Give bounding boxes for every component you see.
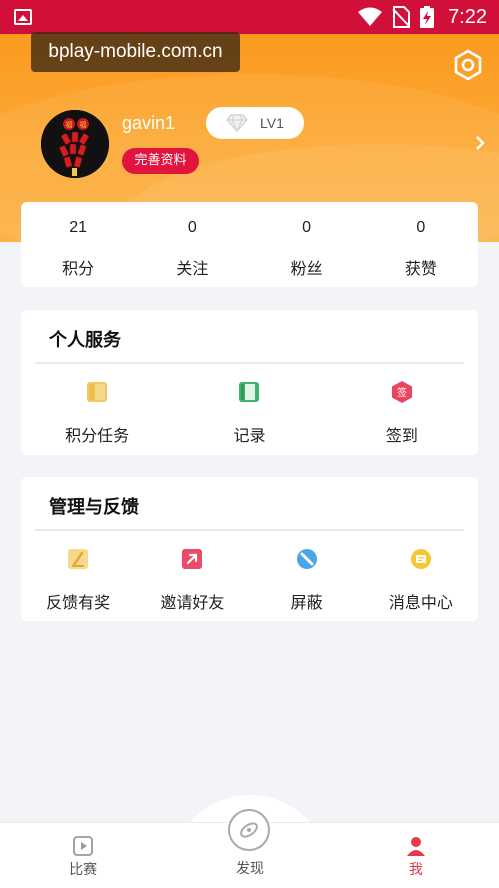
checkin-icon: 签 — [391, 381, 412, 403]
stat-value: 21 — [69, 219, 88, 236]
no-sim-icon — [392, 6, 411, 28]
item-label: 签到 — [385, 426, 418, 445]
nav-match[interactable]: 比赛 — [0, 823, 166, 888]
nav-label: 我 — [408, 862, 423, 878]
avatar[interactable]: 福 福 — [41, 110, 109, 178]
gallery-notification-icon — [14, 9, 32, 25]
section-title: 管理与反馈 — [49, 497, 139, 518]
stat-fans[interactable]: 0 粉丝 — [250, 202, 364, 287]
nav-discover-label[interactable]: 发现 — [200, 858, 300, 878]
nav-me[interactable]: 我 — [333, 823, 499, 888]
stat-likes[interactable]: 0 获赞 — [364, 202, 478, 287]
points-task-item[interactable]: 积分任务 — [21, 372, 173, 452]
match-icon — [73, 836, 94, 856]
invite-friends-item[interactable]: 邀请好友 — [135, 539, 249, 619]
settings-icon[interactable] — [452, 49, 484, 81]
level-label: LV1 — [260, 115, 284, 131]
message-icon — [410, 549, 431, 569]
me-icon — [406, 837, 425, 856]
svg-text:福: 福 — [66, 120, 73, 129]
watermark: bplay-mobile.com.cn — [31, 32, 240, 72]
item-label: 记录 — [233, 426, 266, 445]
section-title: 个人服务 — [49, 330, 121, 351]
points-task-icon — [87, 382, 108, 402]
item-label: 反馈有奖 — [46, 593, 111, 612]
clock: 7:22 — [448, 5, 487, 28]
invite-icon — [182, 549, 203, 569]
feedback-reward-item[interactable]: 反馈有奖 — [21, 539, 135, 619]
status-icons: 7:22 — [358, 5, 487, 29]
complete-profile-button[interactable]: 完善资料 — [122, 148, 199, 174]
message-center-item[interactable]: 消息中心 — [364, 539, 478, 619]
wifi-icon — [358, 7, 383, 26]
firecracker-avatar-image: 福 福 — [41, 110, 109, 178]
stat-value: 0 — [416, 219, 426, 236]
item-label: 邀请好友 — [160, 593, 225, 612]
checkin-item[interactable]: 签 签到 — [326, 372, 478, 452]
block-item[interactable]: 屏蔽 — [250, 539, 364, 619]
personal-services-card: 个人服务 积分任务 记录 签 签到 — [21, 310, 478, 455]
chevron-right-icon[interactable] — [474, 135, 486, 151]
stat-label: 关注 — [176, 259, 209, 278]
divider — [35, 529, 464, 531]
discover-icon[interactable] — [226, 807, 272, 853]
status-bar: 7:22 — [0, 0, 499, 34]
diamond-icon — [226, 114, 248, 132]
record-item[interactable]: 记录 — [173, 372, 325, 452]
nav-label: 比赛 — [69, 862, 98, 878]
feedback-card: 管理与反馈 反馈有奖 邀请好友 屏蔽 消息中心 — [21, 477, 478, 621]
block-icon — [296, 549, 317, 569]
record-icon — [239, 382, 260, 402]
item-label: 消息中心 — [388, 593, 453, 612]
stats-card: 21 积分 0 关注 0 粉丝 0 获赞 — [21, 202, 478, 287]
battery-charging-icon — [420, 6, 435, 28]
username: gavin1 — [122, 113, 176, 133]
stat-following[interactable]: 0 关注 — [135, 202, 249, 287]
svg-text:福: 福 — [80, 120, 87, 129]
stat-value: 0 — [187, 219, 197, 236]
level-badge[interactable]: LV1 — [206, 107, 304, 139]
stat-value: 0 — [302, 219, 312, 236]
stat-points[interactable]: 21 积分 — [21, 202, 135, 287]
stat-label: 粉丝 — [290, 259, 323, 278]
item-label: 积分任务 — [65, 426, 130, 445]
svg-text:签: 签 — [397, 386, 407, 399]
divider — [35, 362, 464, 364]
stat-label: 获赞 — [404, 259, 437, 278]
feedback-icon — [68, 549, 89, 569]
stat-label: 积分 — [62, 259, 95, 278]
item-label: 屏蔽 — [290, 593, 323, 612]
